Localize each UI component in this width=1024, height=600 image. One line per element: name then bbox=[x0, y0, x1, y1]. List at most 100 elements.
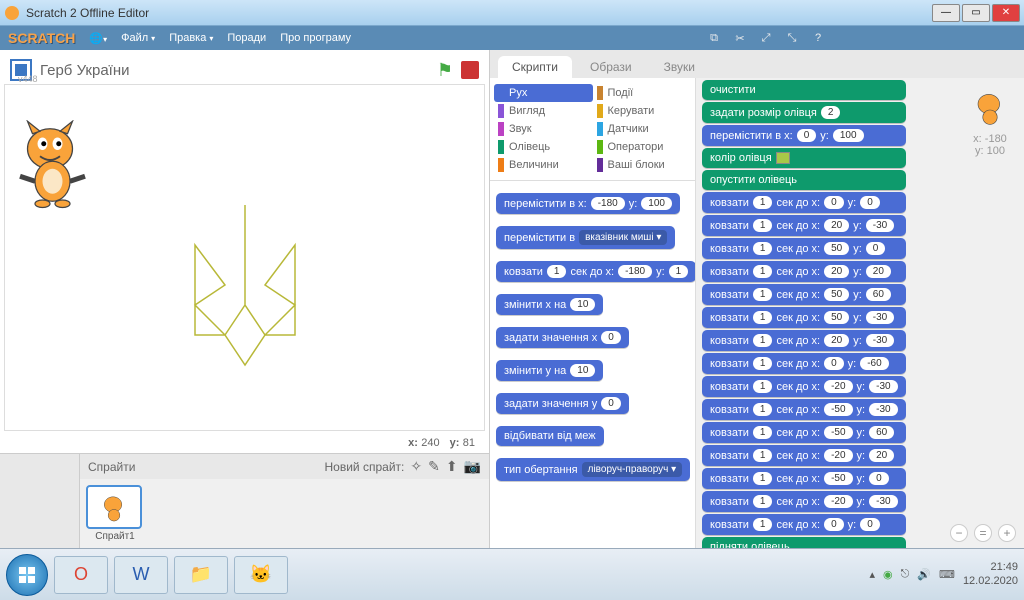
grow-icon[interactable]: ⤢ bbox=[758, 30, 774, 46]
script-block[interactable]: ковзати1сек до x:-50y:0 bbox=[702, 468, 906, 489]
stamp-icon[interactable]: ⧉ bbox=[706, 30, 722, 46]
zoom-reset-button[interactable]: = bbox=[974, 524, 992, 542]
tray-security-icon[interactable]: ◉ bbox=[883, 568, 893, 581]
script-block[interactable]: ковзати1сек до x:-50y:60 bbox=[702, 422, 906, 443]
tray-volume-icon[interactable]: 🔊 bbox=[917, 568, 931, 581]
category-motion[interactable]: Рух bbox=[494, 84, 593, 102]
tray-network-icon[interactable]: ⎋ bbox=[901, 568, 910, 581]
script-block[interactable]: ковзати1сек до x:-20y:-30 bbox=[702, 491, 906, 512]
taskbar-opera[interactable]: O bbox=[54, 556, 108, 594]
category-more[interactable]: Ваші блоки bbox=[593, 156, 692, 174]
script-block[interactable]: ковзати1сек до x:20y:-30 bbox=[702, 215, 906, 236]
script-block[interactable]: перемістити в x:-180y:100 bbox=[496, 193, 680, 214]
zoom-in-button[interactable]: + bbox=[998, 524, 1016, 542]
script-block[interactable]: перемістити в x:0y:100 bbox=[702, 125, 906, 146]
sprite-name: Спрайт1 bbox=[86, 531, 144, 542]
script-block[interactable]: ковзати1сек до x:20y:-30 bbox=[702, 330, 906, 351]
menubar: SCRATCH 🌐▾ Файл▾ Правка▾ Поради Про прог… bbox=[0, 26, 1024, 50]
script-block[interactable]: ковзати1сек до x:50y:0 bbox=[702, 238, 906, 259]
script-block[interactable]: перемістити ввказівник миші ▾ bbox=[496, 226, 675, 249]
script-block[interactable]: задати значення x0 bbox=[496, 327, 629, 348]
stage[interactable] bbox=[4, 84, 485, 431]
menu-tips[interactable]: Поради bbox=[227, 32, 266, 44]
sprite-info: x: -180y: 100 bbox=[966, 86, 1014, 157]
window-title: Scratch 2 Offline Editor bbox=[26, 6, 932, 20]
script-block[interactable]: змінити y на10 bbox=[496, 360, 603, 381]
scissors-icon[interactable]: ✂ bbox=[732, 30, 748, 46]
scratch-logo[interactable]: SCRATCH bbox=[8, 30, 75, 46]
palette-block-list: перемістити в x:-180y:100 перемістити ввк… bbox=[490, 181, 695, 548]
script-block[interactable]: ковзати1сек до x:-20y:-30 bbox=[702, 376, 906, 397]
script-block[interactable]: змінити x на10 bbox=[496, 294, 603, 315]
menu-file[interactable]: Файл▾ bbox=[121, 32, 155, 44]
script-area[interactable]: x: -180y: 100 очиститизадати розмір олів… bbox=[696, 78, 1024, 548]
script-block[interactable]: задати розмір олівця2 bbox=[702, 102, 906, 123]
tab-scripts[interactable]: Скрипти bbox=[498, 56, 572, 78]
project-title: Герб України bbox=[40, 62, 429, 79]
category-operators[interactable]: Оператори bbox=[593, 138, 692, 156]
tab-costumes[interactable]: Образи bbox=[576, 56, 646, 78]
green-flag-button[interactable]: ⚑ bbox=[437, 60, 453, 81]
upload-sprite-icon[interactable]: ⬆ bbox=[446, 458, 458, 475]
window-close-button[interactable]: ✕ bbox=[992, 4, 1020, 22]
script-block[interactable]: ковзати1сек до x:50y:-30 bbox=[702, 307, 906, 328]
script-block[interactable]: очистити bbox=[702, 80, 906, 100]
category-sensing[interactable]: Датчики bbox=[593, 120, 692, 138]
start-button[interactable] bbox=[6, 554, 48, 596]
tray-keyboard-icon[interactable]: ⌨ bbox=[939, 568, 955, 581]
script-block[interactable]: ковзати1сек до x:20y:20 bbox=[702, 261, 906, 282]
script-block[interactable]: ковзати1сек до x:50y:60 bbox=[702, 284, 906, 305]
taskbar-word[interactable]: W bbox=[114, 556, 168, 594]
tray-show-hidden-icon[interactable]: ▴ bbox=[870, 568, 876, 581]
zoom-controls: − = + bbox=[950, 524, 1016, 542]
script-block[interactable]: ковзати1сек до x:-180y:1 bbox=[496, 261, 695, 282]
category-pen[interactable]: Олівець bbox=[494, 138, 593, 156]
tray-clock[interactable]: 21:49 12.02.2020 bbox=[963, 561, 1018, 587]
menu-edit[interactable]: Правка▾ bbox=[169, 32, 213, 44]
block-categories: Рух Вигляд Звук Олівець Величини Події К… bbox=[490, 78, 695, 181]
stop-button[interactable] bbox=[461, 61, 479, 79]
paint-sprite-icon[interactable]: ✎ bbox=[428, 458, 440, 475]
script-block[interactable]: колір олівця bbox=[702, 148, 906, 168]
category-events[interactable]: Події bbox=[593, 84, 692, 102]
sprites-label: Спрайти bbox=[88, 460, 325, 474]
script-block[interactable]: ковзати1сек до x:0y:0 bbox=[702, 514, 906, 535]
category-control[interactable]: Керувати bbox=[593, 102, 692, 120]
zoom-out-button[interactable]: − bbox=[950, 524, 968, 542]
window-minimize-button[interactable]: — bbox=[932, 4, 960, 22]
app-icon bbox=[4, 5, 20, 21]
backdrop-selector[interactable] bbox=[0, 454, 80, 548]
script-block[interactable]: опустити олівець bbox=[702, 170, 906, 190]
menu-about[interactable]: Про програму bbox=[280, 32, 351, 44]
stage-header: Герб України ⚑ bbox=[0, 50, 489, 84]
choose-sprite-icon[interactable]: ✧ bbox=[410, 458, 422, 475]
camera-sprite-icon[interactable]: 📷 bbox=[464, 458, 481, 475]
sprite-cat[interactable] bbox=[15, 120, 90, 210]
tab-sounds[interactable]: Звуки bbox=[650, 56, 709, 78]
taskbar: O W 📁 🐱 ▴ ◉ ⎋ 🔊 ⌨ 21:49 12.02.2020 bbox=[0, 548, 1024, 600]
stage-drawing-trident bbox=[175, 195, 315, 385]
taskbar-scratch[interactable]: 🐱 bbox=[234, 556, 288, 594]
mouse-coords: x: 240 y: 81 bbox=[0, 431, 489, 453]
help-icon[interactable]: ? bbox=[810, 30, 826, 46]
window-titlebar: Scratch 2 Offline Editor — ▭ ✕ bbox=[0, 0, 1024, 26]
script-block[interactable]: відбивати від меж bbox=[496, 426, 604, 446]
shrink-icon[interactable]: ⤡ bbox=[784, 30, 800, 46]
script-block[interactable]: тип обертанняліворуч-праворуч ▾ bbox=[496, 458, 690, 481]
globe-icon[interactable]: 🌐▾ bbox=[89, 32, 107, 45]
new-sprite-label: Новий спрайт: bbox=[325, 460, 405, 474]
script-block[interactable]: ковзати1сек до x:0y:-60 bbox=[702, 353, 906, 374]
script-block[interactable]: ковзати1сек до x:-20y:20 bbox=[702, 445, 906, 466]
category-looks[interactable]: Вигляд bbox=[494, 102, 593, 120]
category-data[interactable]: Величини bbox=[494, 156, 593, 174]
category-sound[interactable]: Звук bbox=[494, 120, 593, 138]
sprite-thumbnail[interactable]: Спрайт1 bbox=[86, 485, 144, 542]
editor-tabs: Скрипти Образи Звуки bbox=[490, 50, 1024, 78]
version-label: v448 bbox=[18, 74, 38, 84]
script-block[interactable]: ковзати1сек до x:-50y:-30 bbox=[702, 399, 906, 420]
script-block[interactable]: задати значення y0 bbox=[496, 393, 629, 414]
window-maximize-button[interactable]: ▭ bbox=[962, 4, 990, 22]
script-block[interactable]: ковзати1сек до x:0y:0 bbox=[702, 192, 906, 213]
script-block[interactable]: підняти олівець bbox=[702, 537, 906, 548]
taskbar-explorer[interactable]: 📁 bbox=[174, 556, 228, 594]
